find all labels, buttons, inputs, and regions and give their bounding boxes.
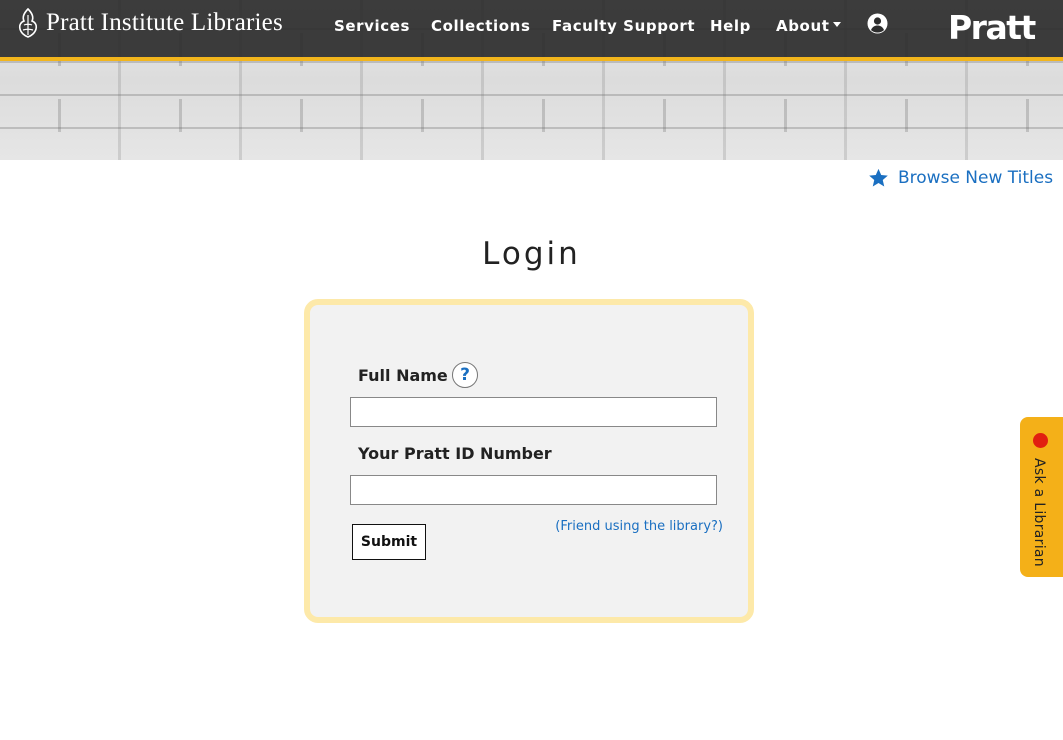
nav-faculty-support[interactable]: Faculty Support — [552, 17, 695, 35]
browse-new-titles-link[interactable]: Browse New Titles — [868, 168, 1053, 188]
ask-a-librarian-label: Ask a Librarian — [1031, 458, 1047, 567]
user-account-icon[interactable] — [867, 13, 888, 34]
nav-about-dropdown[interactable]: About — [776, 17, 841, 35]
chevron-down-icon — [832, 22, 841, 27]
pratt-id-label: Your Pratt ID Number — [358, 444, 552, 463]
pratt-id-input[interactable] — [350, 475, 717, 505]
navbar-accent-bar — [0, 57, 1063, 61]
status-dot-icon — [1033, 433, 1048, 448]
login-form: Full Name ? Your Pratt ID Number (Friend… — [304, 299, 754, 623]
friend-using-library-link[interactable]: (Friend using the library?) — [555, 519, 723, 534]
pratt-logo[interactable]: Pratt — [948, 11, 1036, 44]
brand-link[interactable]: Pratt Institute Libraries — [16, 7, 283, 39]
brand-text: Pratt Institute Libraries — [46, 9, 283, 36]
submit-button[interactable]: Submit — [352, 524, 426, 560]
nav-services[interactable]: Services — [334, 17, 410, 35]
browse-new-titles-label: Browse New Titles — [898, 168, 1054, 188]
nav-collections[interactable]: Collections — [431, 17, 531, 35]
brick-wall-texture-row — [0, 99, 1063, 132]
full-name-input[interactable] — [350, 397, 717, 427]
navbar: Pratt Institute Libraries Services Colle… — [0, 0, 1063, 57]
ask-a-librarian-tab[interactable]: Ask a Librarian — [1020, 417, 1063, 577]
full-name-label: Full Name — [358, 366, 448, 385]
nav-help[interactable]: Help — [710, 17, 751, 35]
libraries-logo-icon — [18, 7, 38, 38]
nav-about-label: About — [776, 17, 830, 35]
page-title: Login — [482, 236, 581, 272]
star-icon — [869, 168, 888, 187]
help-question-icon[interactable]: ? — [452, 362, 478, 388]
